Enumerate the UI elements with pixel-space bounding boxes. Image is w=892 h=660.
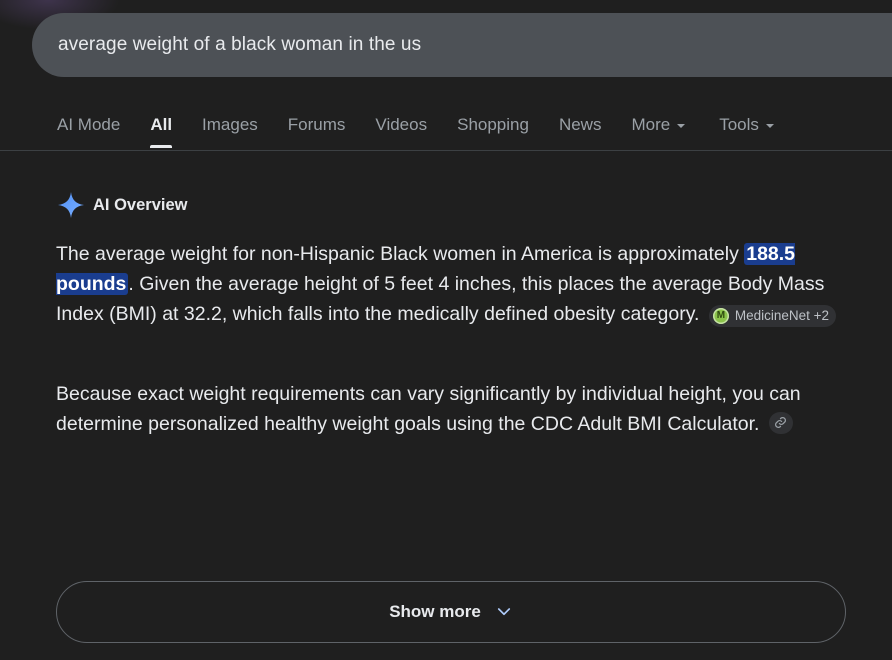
source-chip[interactable]: M MedicineNet +2 (708, 305, 837, 327)
link-chip[interactable] (768, 411, 793, 434)
tools-label: Tools (719, 115, 759, 134)
medicinenet-logo-icon: M (712, 308, 729, 324)
paragraph-text: Because exact weight requirements can va… (56, 383, 801, 435)
search-query[interactable]: average weight of a black woman in the u… (58, 34, 421, 56)
link-icon (775, 417, 787, 428)
chevron-down-icon (497, 608, 510, 616)
ai-overview-paragraph-2: Because exact weight requirements can va… (56, 379, 856, 439)
tab-label: Shopping (457, 115, 529, 134)
tab-label: Videos (375, 115, 428, 134)
tab-more[interactable]: More (631, 115, 686, 135)
tab-forums[interactable]: Forums (288, 115, 346, 135)
search-results-page: average weight of a black woman in the u… (0, 0, 892, 660)
ai-overview-title: AI Overview (93, 195, 188, 214)
tab-videos[interactable]: Videos (375, 115, 427, 135)
show-more-label: Show more (389, 602, 481, 621)
source-label: MedicineNet +2 (734, 308, 830, 323)
tab-label: More (631, 115, 671, 134)
tabs-divider (0, 150, 892, 151)
tools-button[interactable]: Tools (719, 115, 774, 135)
tab-label: Forums (287, 115, 346, 134)
tab-label: AI Mode (57, 115, 121, 134)
tab-shopping[interactable]: Shopping (457, 115, 529, 135)
caret-down-icon (765, 124, 774, 128)
ai-overview-header: AI Overview (56, 190, 187, 220)
tab-label: All (150, 115, 173, 134)
search-tabs: AI Mode All Images Forums Videos Shoppin… (57, 112, 804, 148)
tab-images[interactable]: Images (202, 115, 258, 135)
tab-all[interactable]: All (150, 115, 173, 148)
search-box[interactable]: average weight of a black woman in the u… (32, 13, 892, 77)
caret-down-icon (677, 124, 686, 128)
tab-label: News (558, 115, 602, 134)
tab-ai-mode[interactable]: AI Mode (57, 115, 120, 135)
sparkle-icon (58, 192, 84, 218)
show-more-button[interactable]: Show more (56, 581, 846, 643)
ai-overview-paragraph-1: The average weight for non-Hispanic Blac… (56, 239, 856, 329)
tab-news[interactable]: News (559, 115, 602, 135)
paragraph-text: The average weight for non-Hispanic Blac… (56, 243, 745, 265)
tab-label: Images (202, 115, 258, 134)
